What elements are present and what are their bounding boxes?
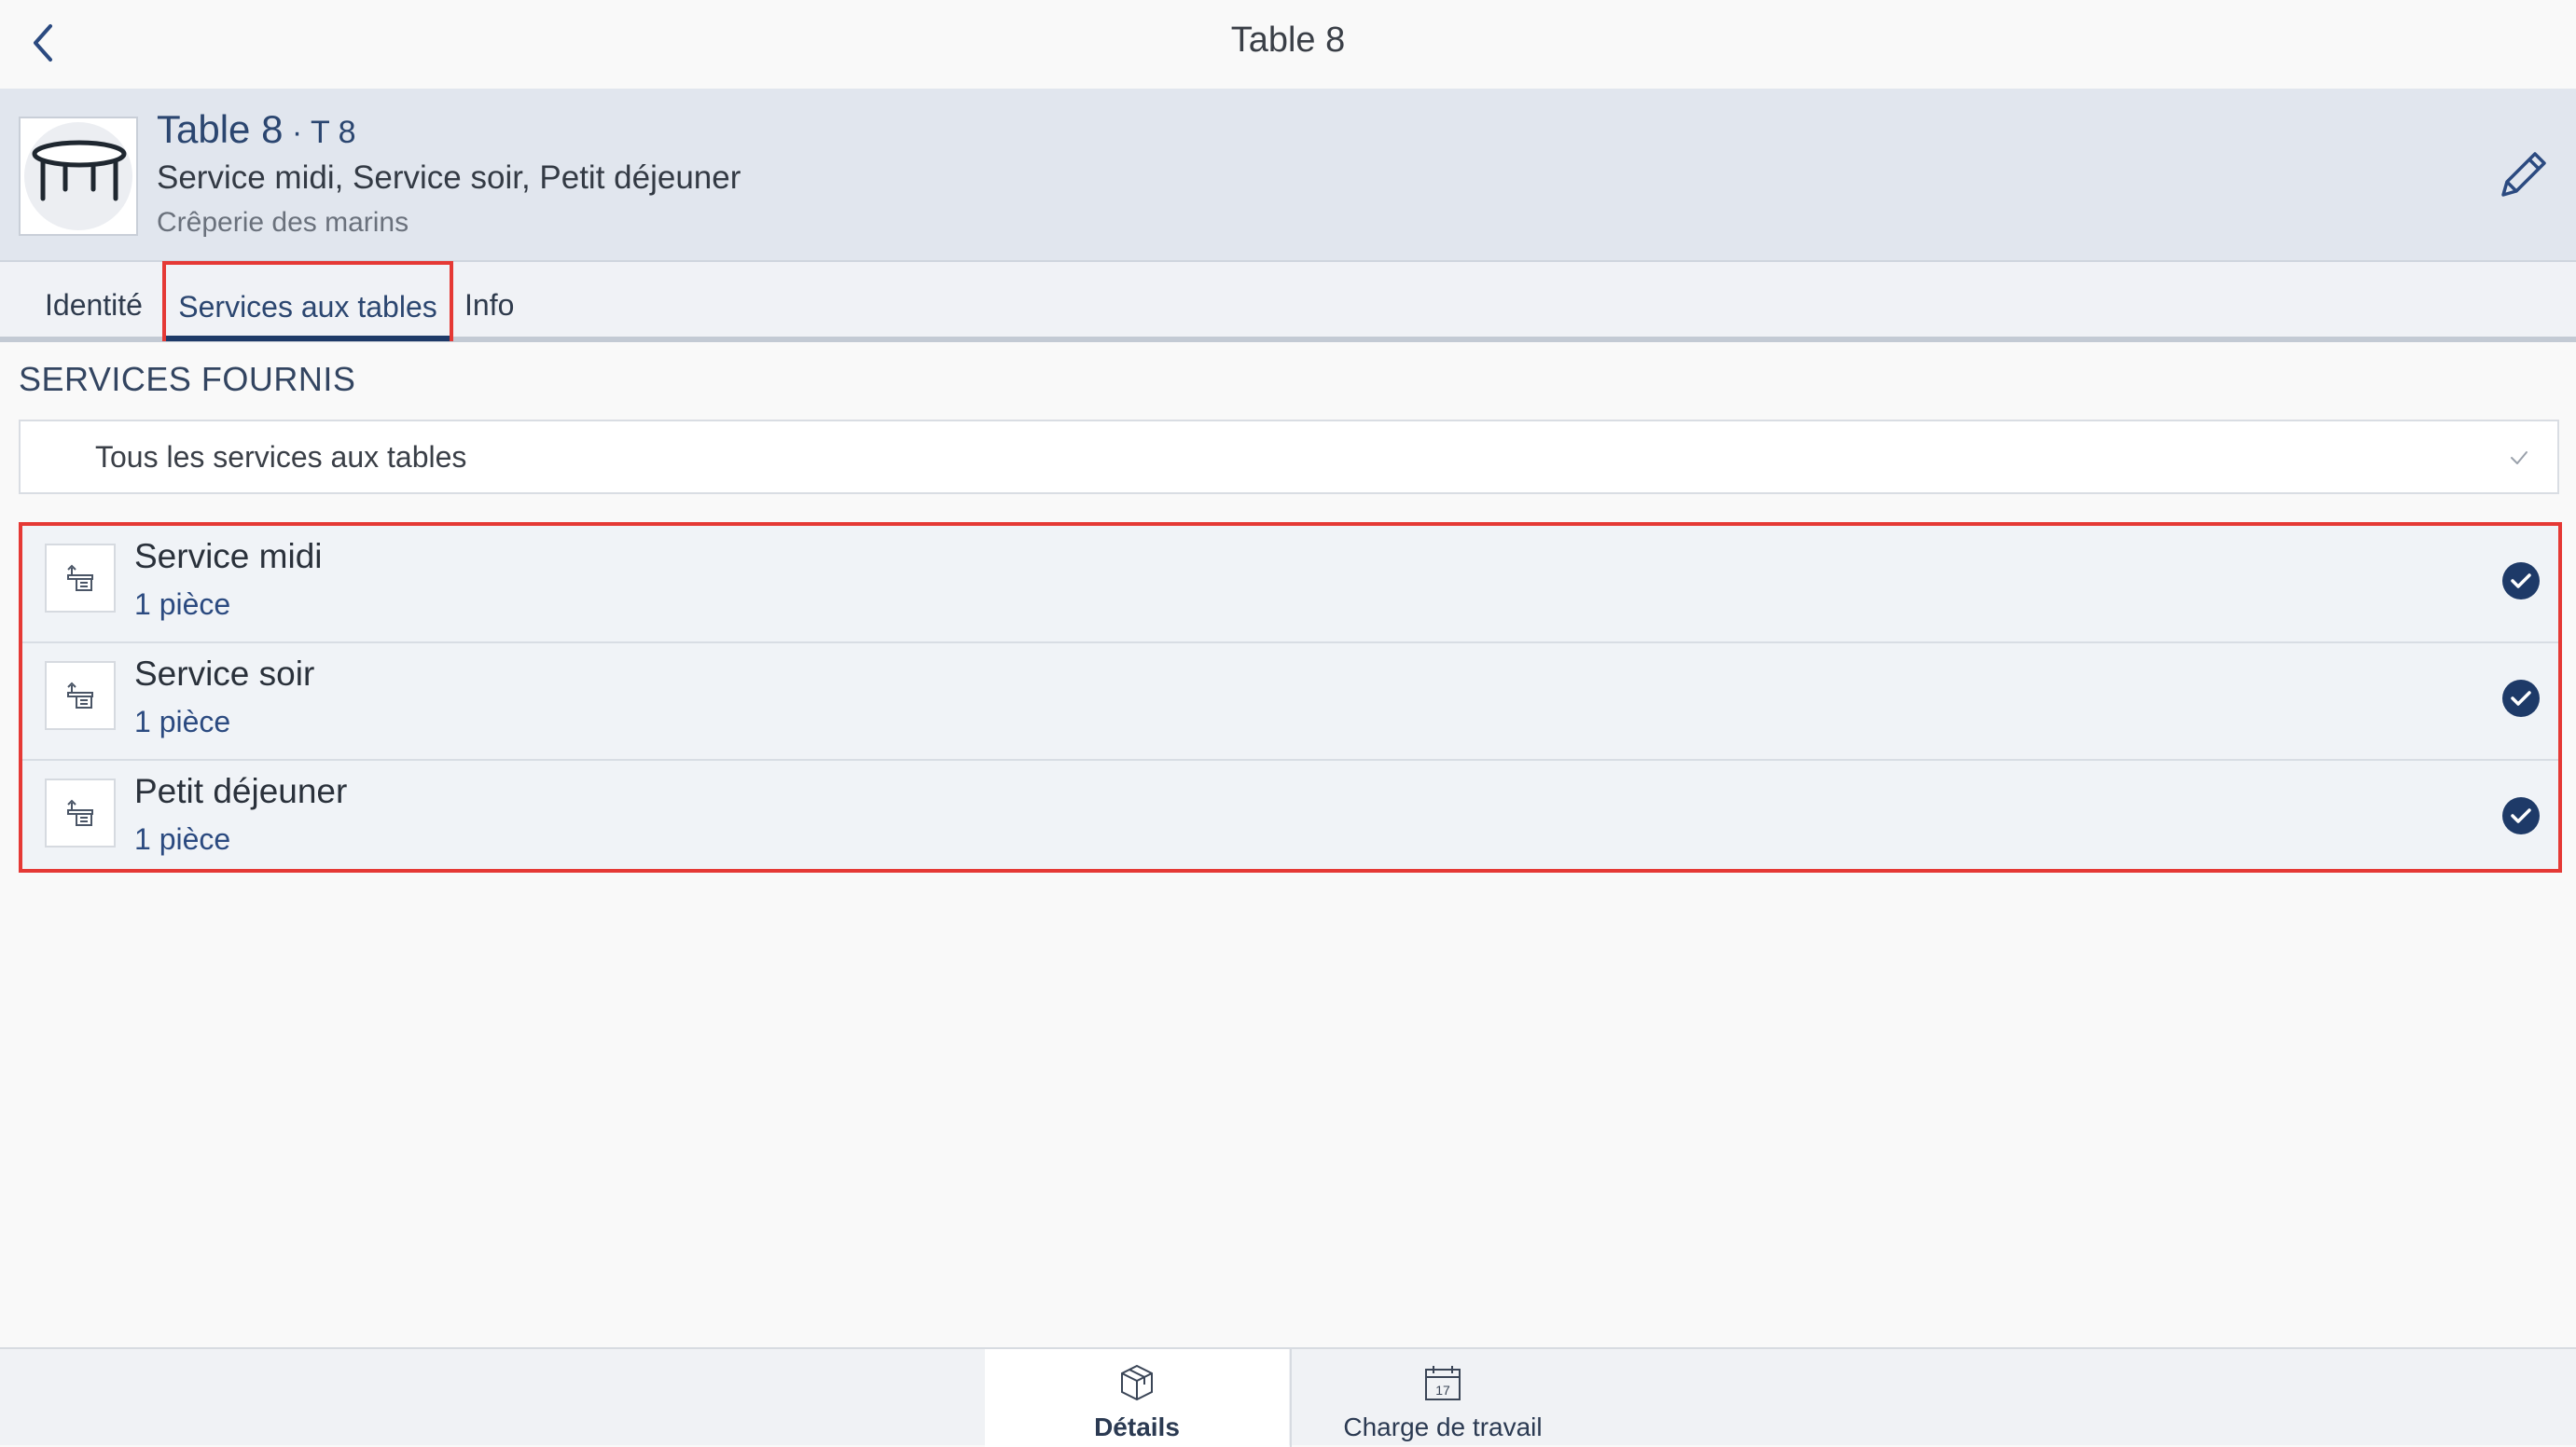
- service-item-icon-box: [45, 544, 116, 613]
- checkmark-icon: [2511, 451, 2528, 464]
- bottom-tab-details[interactable]: Détails: [985, 1349, 1289, 1447]
- tab-identite[interactable]: Identité: [45, 262, 143, 337]
- edit-button[interactable]: [2492, 145, 2554, 206]
- location-label: Crêperie des marins: [157, 207, 409, 238]
- service-item-petit-dejeuner[interactable]: Petit déjeuner 1 pièce: [22, 761, 2558, 878]
- tab-info[interactable]: Info: [464, 262, 514, 337]
- service-quantity: 1 pièce: [134, 587, 231, 621]
- bottom-tab-charge-de-travail[interactable]: 17 Charge de travail: [1290, 1349, 1594, 1447]
- check-circle-icon[interactable]: [2501, 561, 2541, 600]
- table-thumbnail: [19, 117, 138, 236]
- service-name: Service soir: [134, 655, 315, 693]
- check-circle-icon[interactable]: [2501, 679, 2541, 718]
- table-name-text: Table 8: [157, 107, 284, 151]
- service-table-icon: [67, 682, 93, 709]
- service-item-icon-box: [45, 661, 116, 730]
- service-item-soir[interactable]: Service soir 1 pièce: [22, 643, 2558, 761]
- tab-services-aux-tables[interactable]: Services aux tables: [162, 261, 453, 341]
- bottom-tab-bar: Détails 17 Charge de travail: [0, 1347, 2576, 1447]
- package-icon: [1121, 1364, 1153, 1401]
- table-header: Table 8 · T 8 Service midi, Service soir…: [0, 89, 2576, 262]
- services-summary: Service midi, Service soir, Petit déjeun…: [157, 159, 741, 196]
- check-circle-icon[interactable]: [2501, 796, 2541, 835]
- service-item-midi[interactable]: Service midi 1 pièce: [22, 526, 2558, 643]
- calendar-icon: 17: [1425, 1366, 1461, 1400]
- calendar-day: 17: [1435, 1383, 1450, 1398]
- navigation-bar: Table 8: [0, 0, 2576, 89]
- pencil-icon: [2501, 152, 2546, 197]
- service-name: Service midi: [134, 537, 323, 575]
- page-title: Table 8: [1230, 21, 1346, 60]
- service-table-icon: [67, 799, 93, 826]
- service-quantity: 1 pièce: [134, 822, 231, 856]
- section-heading: SERVICES FOURNIS: [19, 360, 356, 398]
- table-name: Table 8 · T 8: [157, 107, 356, 152]
- service-list: Service midi 1 pièce Service soir 1 pièc…: [19, 522, 2562, 873]
- bottom-tab-label: Charge de travail: [1343, 1413, 1543, 1441]
- service-name: Petit déjeuner: [134, 772, 348, 810]
- table-separator: ·: [283, 115, 312, 150]
- table-code: T 8: [311, 115, 356, 150]
- service-quantity: 1 pièce: [134, 705, 231, 738]
- services-filter-select[interactable]: Tous les services aux tables: [19, 420, 2559, 494]
- tab-bar: Identité Services aux tables Info: [0, 261, 2576, 342]
- service-table-icon: [67, 564, 93, 591]
- round-table-icon: [32, 140, 127, 201]
- service-item-icon-box: [45, 779, 116, 848]
- filter-label: Tous les services aux tables: [95, 440, 467, 474]
- bottom-tab-label: Détails: [1094, 1413, 1180, 1441]
